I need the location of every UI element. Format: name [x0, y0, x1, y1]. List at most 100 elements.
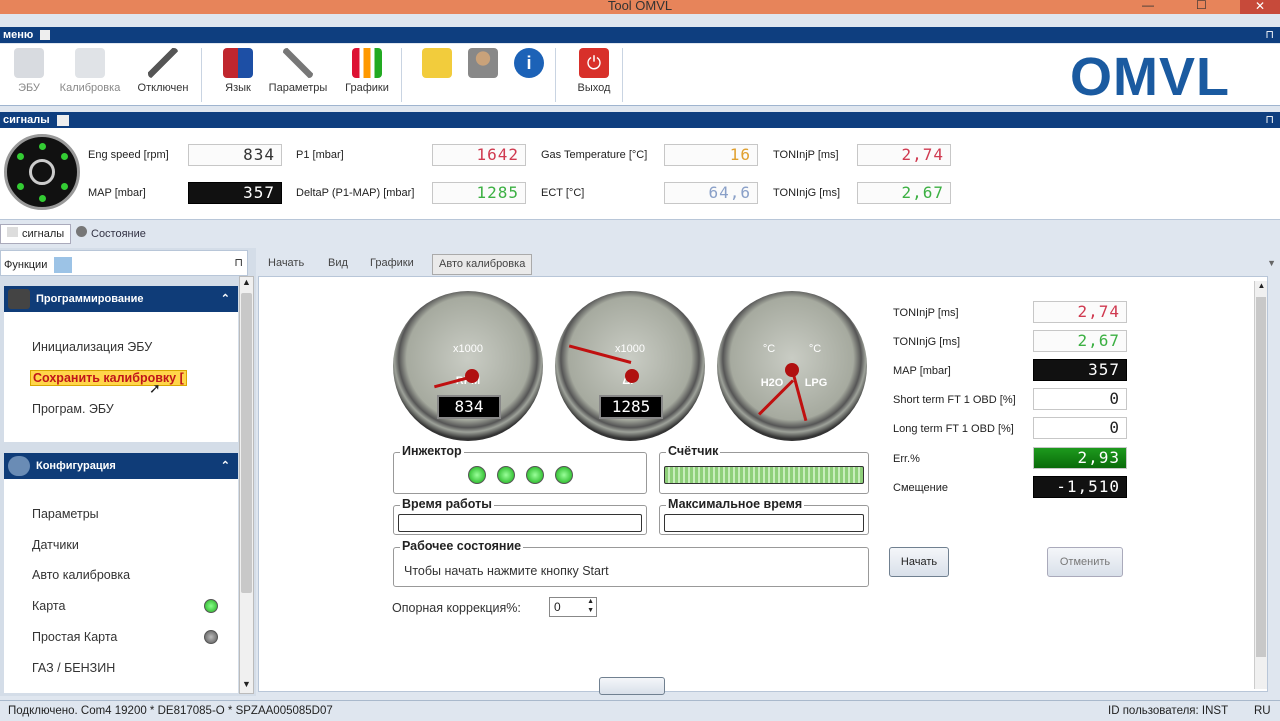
menu-item-save-calibration[interactable]: Сохранить калибровку [: [30, 370, 187, 386]
ribbon-separator: [555, 48, 556, 102]
scroll-down-icon[interactable]: ▼: [240, 679, 253, 693]
main-scrollbar[interactable]: ▲: [1254, 281, 1267, 689]
menu-header: меню ⊓: [0, 27, 1280, 43]
disconnected-icon: [148, 48, 178, 78]
menu-toggle-icon[interactable]: [40, 30, 51, 41]
temperature-gauge: °C °C H2O LPG: [717, 291, 867, 441]
scroll-thumb[interactable]: [241, 293, 252, 593]
rv-value: -1,510: [1033, 476, 1127, 498]
exit-label: Выход: [577, 82, 611, 94]
menu-item-map[interactable]: Карта: [32, 599, 65, 613]
injector-panel: Инжектор: [393, 444, 647, 494]
injector-led-1: [468, 466, 486, 484]
rv-label: Смещение: [893, 482, 949, 494]
signal-label: TONInjG [ms]: [773, 187, 841, 199]
menu-item-program-ecu[interactable]: Програм. ЭБУ: [32, 402, 114, 416]
signal-label: MAP [mbar]: [88, 187, 146, 199]
pin-icon[interactable]: ⊓: [1265, 112, 1274, 128]
menu-item-simple-map[interactable]: Простая Карта: [32, 630, 117, 644]
close-button[interactable]: ✕: [1240, 0, 1280, 14]
dp-display: 1285: [599, 395, 663, 419]
dp-unit: x1000: [615, 343, 645, 355]
tab-auto-calibration[interactable]: Авто калибровка: [432, 254, 533, 275]
status-wheel-icon: [4, 134, 80, 210]
ecu-button[interactable]: ЭБУ: [12, 48, 46, 94]
counter-title: Счётчик: [666, 444, 721, 458]
temp-needle-hub: [785, 363, 799, 377]
rv-label: Short term FT 1 OBD [%]: [893, 394, 1016, 406]
signal-value: 2,67: [857, 182, 951, 204]
omvl-logo: OMVL: [1070, 47, 1230, 107]
tab-start[interactable]: Начать: [262, 254, 310, 275]
menu-item-parameters[interactable]: Параметры: [32, 507, 99, 521]
menu-item-ecu-init[interactable]: Инициализация ЭБУ: [32, 340, 152, 354]
rv-value: 2,67: [1033, 330, 1127, 352]
rv-value: 0: [1033, 417, 1127, 439]
start-button[interactable]: Начать: [889, 547, 949, 577]
signal-value: 64,6: [664, 182, 758, 204]
pin-icon[interactable]: ⊓: [1265, 27, 1274, 43]
rv-label: Err.%: [893, 453, 920, 465]
tab-signals[interactable]: сигналы: [0, 224, 72, 244]
group-configuration-header[interactable]: Конфигурация ⌃: [4, 453, 238, 479]
working-state-title: Рабочее состояние: [400, 539, 524, 553]
info-icon: i: [514, 48, 544, 78]
rv-label: TONInjG [ms]: [893, 336, 961, 348]
scroll-thumb[interactable]: [1256, 297, 1266, 657]
rpm-display: 834: [437, 395, 501, 419]
signal-label: Eng speed [rpm]: [88, 149, 169, 161]
window-title: Tool OMVL: [607, 0, 673, 13]
mouse-cursor: ➚: [149, 380, 161, 396]
language-indicator: RU: [1254, 705, 1271, 717]
injector-led-4: [555, 466, 573, 484]
charts-button[interactable]: Графики: [342, 48, 392, 94]
tab-view[interactable]: Вид: [322, 254, 354, 275]
scroll-up-icon[interactable]: ▲: [1255, 281, 1268, 290]
menu-item-gas-petrol[interactable]: ГАЗ / БЕНЗИН: [32, 661, 115, 675]
lpg-label: LPG: [804, 377, 828, 389]
signals-panel: Eng speed [rpm] 834 MAP [mbar] 357 P1 [m…: [0, 128, 1280, 220]
pin-icon[interactable]: ⊓: [234, 256, 243, 269]
signals-chart-icon: [56, 114, 69, 126]
calibration-button[interactable]: Калибровка: [58, 48, 122, 94]
calibration-icon: [75, 48, 105, 78]
notepad-icon: [422, 48, 452, 78]
signal-value: 2,74: [857, 144, 951, 166]
menu-item-auto-calibration[interactable]: Авто калибровка: [32, 568, 130, 582]
run-time-panel: Время работы: [393, 497, 647, 535]
group-programming-title: Программирование: [36, 293, 144, 305]
cancel-button[interactable]: Отменить: [1047, 547, 1123, 577]
injector-led-2: [497, 466, 515, 484]
chart-icon: [7, 227, 18, 237]
left-scrollbar[interactable]: ▲ ▼: [239, 276, 254, 694]
tab-state[interactable]: Состояние: [70, 224, 152, 244]
connect-button[interactable]: Отключен: [134, 48, 192, 94]
maximize-button[interactable]: ☐: [1196, 0, 1207, 12]
counter-panel: Счётчик: [659, 444, 869, 494]
max-time-panel: Максимальное время: [659, 497, 869, 535]
group-programming-header[interactable]: Программирование ⌃: [4, 286, 238, 312]
tab-signals-label: сигналы: [22, 228, 65, 240]
info-button[interactable]: i: [514, 48, 544, 82]
user-button[interactable]: [468, 48, 498, 82]
connect-label: Отключен: [137, 82, 189, 94]
partial-button[interactable]: [599, 677, 665, 695]
minimize-button[interactable]: —: [1142, 0, 1154, 12]
chevron-up-icon: ⌃: [220, 293, 230, 305]
ref-correction-spinner[interactable]: 0 ▲ ▼: [549, 597, 597, 617]
menu-item-sensors[interactable]: Датчики: [32, 538, 79, 552]
scroll-up-icon[interactable]: ▲: [240, 277, 253, 291]
rv-value: 0: [1033, 388, 1127, 410]
signal-value: 1285: [432, 182, 526, 204]
exit-button[interactable]: ⏻ Выход: [574, 48, 614, 94]
language-button[interactable]: Язык: [220, 48, 256, 94]
tab-charts[interactable]: Графики: [364, 254, 420, 275]
notepad-button[interactable]: [422, 48, 452, 82]
parameters-button[interactable]: Параметры: [266, 48, 330, 94]
functions-header: Функции ⊓: [0, 250, 248, 276]
spinner-arrows-icon[interactable]: ▲ ▼: [587, 597, 594, 615]
calibration-label: Калибровка: [59, 82, 121, 94]
tab-dropdown-icon[interactable]: ▼: [1267, 258, 1276, 268]
ecu-icon: [14, 48, 44, 78]
ecu-label: ЭБУ: [18, 82, 40, 94]
